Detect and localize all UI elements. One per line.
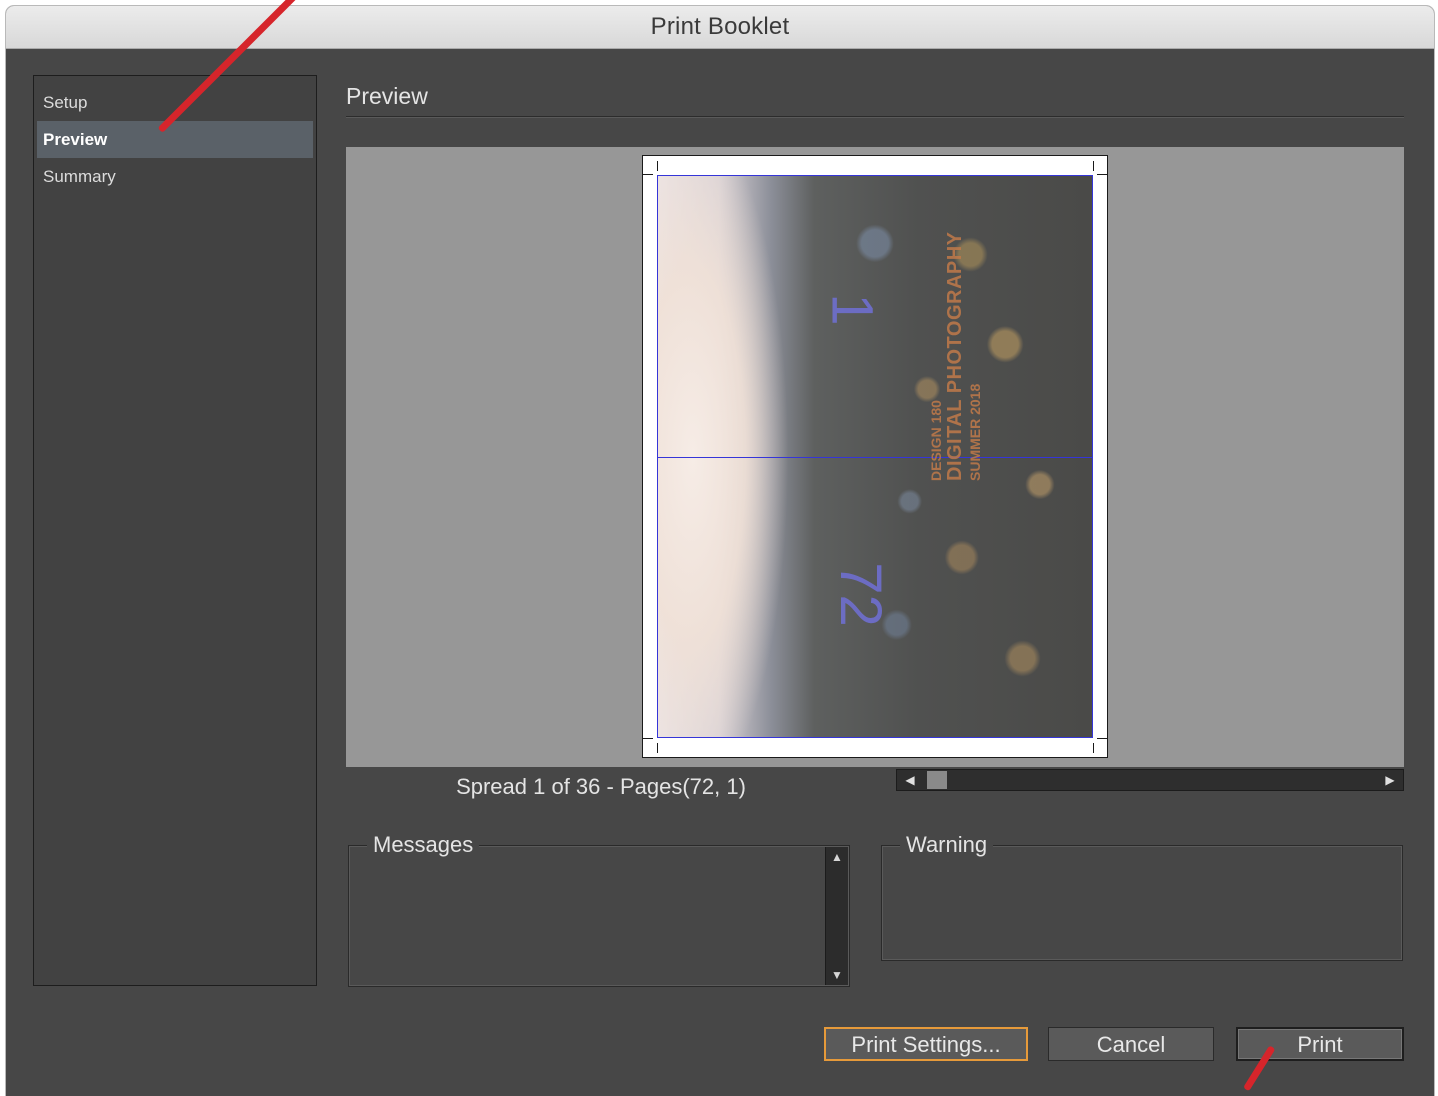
sidebar-item-preview[interactable]: Preview [37, 121, 313, 158]
warning-box: Warning [881, 832, 1403, 961]
cover-title-line1: DESIGN 180 [928, 400, 944, 481]
fold-line [658, 457, 1092, 458]
cover-title: DESIGN 180 DIGITAL PHOTOGRAPHY SUMMER 20… [928, 231, 983, 481]
preview-area: 1 72 DESIGN 180 DIGITAL PHOTOGRAPHY SUMM… [346, 147, 1404, 767]
crop-mark [657, 743, 658, 753]
page-number-top: 1 [819, 293, 885, 326]
window-title: Print Booklet [6, 6, 1434, 49]
crop-mark [1097, 174, 1107, 175]
preview-scrollbar[interactable]: ◀ ▶ [896, 769, 1404, 791]
crop-mark [643, 738, 653, 739]
cover-photo: 1 72 DESIGN 180 DIGITAL PHOTOGRAPHY SUMM… [657, 175, 1093, 738]
crop-mark [643, 174, 653, 175]
triangle-down-icon[interactable]: ▼ [826, 965, 848, 985]
messages-box: Messages ▲ ▼ [348, 832, 850, 987]
crop-mark [1097, 738, 1107, 739]
sidebar: Setup Preview Summary [33, 75, 317, 986]
cover-title-line2: DIGITAL PHOTOGRAPHY [944, 231, 967, 481]
crop-mark [1093, 161, 1094, 171]
triangle-up-icon[interactable]: ▲ [826, 847, 848, 867]
messages-scrollbar[interactable]: ▲ ▼ [825, 847, 848, 985]
triangle-left-icon[interactable]: ◀ [899, 770, 921, 790]
section-divider [346, 116, 1404, 117]
cover-title-line3: SUMMER 2018 [967, 383, 984, 481]
sidebar-item-summary[interactable]: Summary [37, 158, 313, 195]
print-button[interactable]: Print [1236, 1027, 1404, 1061]
preview-sheet: 1 72 DESIGN 180 DIGITAL PHOTOGRAPHY SUMM… [642, 155, 1108, 758]
triangle-right-icon[interactable]: ▶ [1379, 770, 1401, 790]
crop-mark [657, 161, 658, 171]
scroll-thumb[interactable] [927, 771, 947, 789]
page-number-bottom: 72 [827, 562, 893, 627]
print-booklet-dialog: Print Booklet Setup Preview Summary Prev… [6, 6, 1434, 1096]
section-title: Preview [346, 83, 428, 109]
messages-label: Messages [367, 832, 480, 858]
print-settings-button[interactable]: Print Settings... [824, 1027, 1028, 1061]
warning-label: Warning [900, 832, 994, 858]
spread-label: Spread 1 of 36 - Pages(72, 1) [456, 774, 746, 799]
crop-mark [1093, 743, 1094, 753]
cancel-button[interactable]: Cancel [1048, 1027, 1214, 1061]
